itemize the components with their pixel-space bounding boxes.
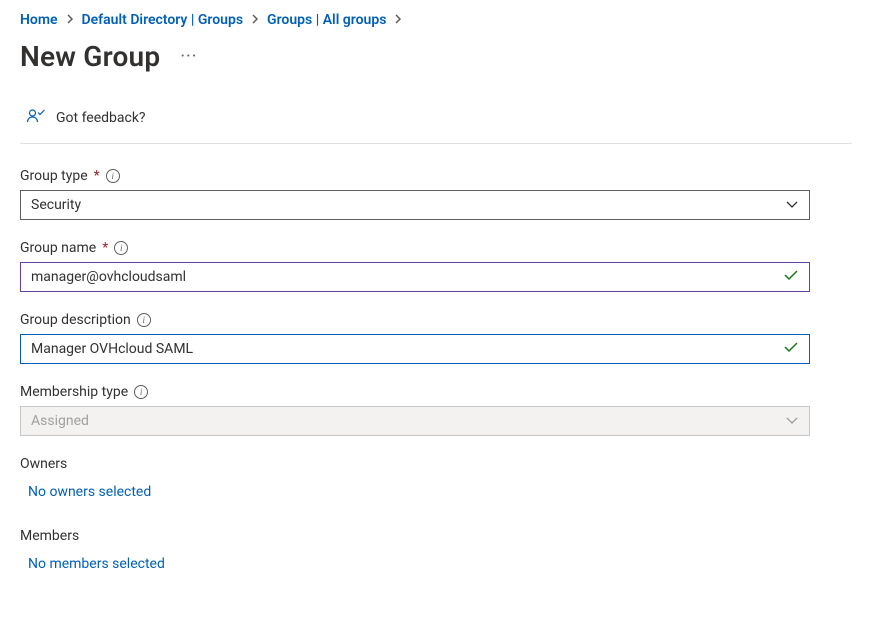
chevron-down-icon (785, 413, 799, 429)
check-icon (783, 341, 799, 357)
membership-type-dropdown: Assigned (20, 406, 810, 436)
owners-heading: Owners (20, 456, 852, 472)
required-indicator: * (102, 240, 108, 256)
group-name-label: Group name (20, 240, 96, 256)
check-icon (783, 269, 799, 285)
group-description-field: Group description i Manager OVHcloud SAM… (20, 312, 852, 364)
breadcrumb-groups[interactable]: Groups | All groups (267, 12, 386, 28)
chevron-down-icon (785, 197, 799, 213)
group-type-field: Group type * i Security (20, 168, 852, 220)
info-icon[interactable]: i (106, 169, 120, 183)
group-type-dropdown[interactable]: Security (20, 190, 810, 220)
group-type-value: Security (31, 197, 81, 213)
breadcrumb: Home Default Directory | Groups Groups |… (20, 8, 852, 36)
group-name-value: manager@ovhcloudsaml (31, 269, 186, 285)
chevron-right-icon (251, 12, 259, 28)
breadcrumb-home[interactable]: Home (20, 12, 58, 28)
command-bar: Got feedback? (20, 107, 852, 144)
members-link[interactable]: No members selected (20, 556, 165, 572)
info-icon[interactable]: i (114, 241, 128, 255)
owners-link[interactable]: No owners selected (20, 484, 151, 500)
info-icon[interactable]: i (134, 385, 148, 399)
group-name-input[interactable]: manager@ovhcloudsaml (20, 262, 810, 292)
group-description-label: Group description (20, 312, 131, 328)
info-icon[interactable]: i (137, 313, 151, 327)
membership-type-label: Membership type (20, 384, 128, 400)
more-actions-button[interactable]: ··· (180, 48, 197, 66)
group-description-value: Manager OVHcloud SAML (31, 341, 193, 357)
feedback-icon (26, 107, 46, 129)
group-description-input[interactable]: Manager OVHcloud SAML (20, 334, 810, 364)
feedback-button[interactable]: Got feedback? (56, 110, 146, 126)
breadcrumb-directory[interactable]: Default Directory | Groups (82, 12, 244, 28)
members-heading: Members (20, 528, 852, 544)
page-title: New Group (20, 40, 160, 73)
chevron-right-icon (66, 12, 74, 28)
membership-type-field: Membership type i Assigned (20, 384, 852, 436)
group-type-label: Group type (20, 168, 88, 184)
required-indicator: * (94, 168, 100, 184)
membership-type-value: Assigned (31, 413, 89, 429)
chevron-right-icon (394, 12, 402, 28)
group-name-field: Group name * i manager@ovhcloudsaml (20, 240, 852, 292)
